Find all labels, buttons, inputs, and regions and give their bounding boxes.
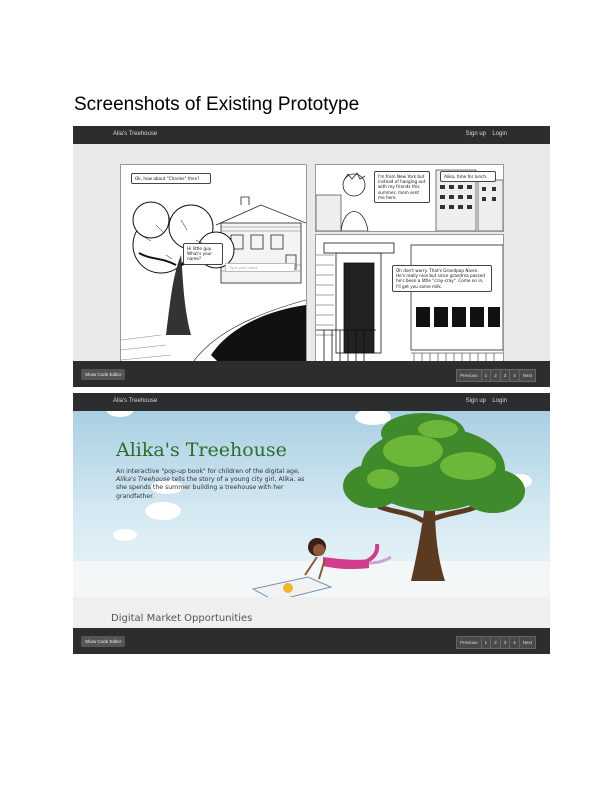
speech-bubble-grandpop: Oh don't worry. That's Grandpop Niven. H… — [392, 265, 492, 292]
signup-link[interactable]: Sign up — [466, 131, 486, 137]
comic-canvas: Ok, how about "Charles" then? Hi little … — [73, 144, 550, 384]
signup-link[interactable]: Sign up — [466, 398, 486, 404]
comic-panel-porch: Oh don't worry. That's Grandpop Niven. H… — [315, 234, 504, 366]
hero-section: Alika's Treehouse An interactive "pop-up… — [73, 411, 550, 597]
pager-next-button[interactable]: Next — [518, 369, 536, 382]
hero-description-title: Alika's Treehouse — [116, 476, 171, 484]
show-code-editor-button[interactable]: Show Code Editor — [81, 636, 126, 647]
pager-next-button[interactable]: Next — [518, 636, 536, 649]
name-input[interactable]: Type your name — [225, 263, 295, 272]
speech-bubble-lunch: Alika, time for lunch. — [440, 171, 496, 183]
hero-description-part-1: An interactive "pop-up book" for childre… — [116, 468, 300, 475]
hero-title: Alika's Treehouse — [116, 439, 287, 461]
navbar: Alia's Treehouse Sign up Login — [73, 126, 550, 144]
comic-panel-street: Ok, how about "Charles" then? Hi little … — [120, 164, 307, 366]
footer-bar: Show Code Editor Previous 1 2 3 4 Next — [73, 628, 550, 654]
brand-link[interactable]: Alia's Treehouse — [113, 398, 157, 404]
footer-bar: Show Code Editor Previous 1 2 3 4 Next — [73, 361, 550, 387]
speech-bubble-new-york: I'm from New York but instead of hanging… — [374, 171, 430, 204]
show-code-editor-button[interactable]: Show Code Editor — [81, 369, 126, 380]
hero-description: An interactive "pop-up book" for childre… — [116, 468, 316, 501]
navbar: Alia's Treehouse Sign up Login — [73, 393, 550, 411]
pager-previous-button[interactable]: Previous — [456, 369, 482, 382]
landing-screenshot: Alika's Treehouse An interactive "pop-up… — [73, 393, 550, 654]
brand-link[interactable]: Alia's Treehouse — [113, 131, 157, 137]
comic-panel-city: I'm from New York but instead of hanging… — [315, 164, 504, 232]
comic-screenshot: Alia's Treehouse Sign up Login Ok, how a… — [73, 126, 550, 387]
login-link[interactable]: Login — [492, 398, 507, 404]
login-link[interactable]: Login — [492, 131, 507, 137]
section-heading: Digital Market Opportunities — [111, 613, 253, 624]
speech-bubble-charles: Ok, how about "Charles" then? — [131, 173, 211, 185]
pagination: Previous 1 2 3 4 Next — [456, 369, 536, 382]
porch-illustration — [316, 235, 503, 365]
pagination: Previous 1 2 3 4 Next — [456, 636, 536, 649]
pager-previous-button[interactable]: Previous — [456, 636, 482, 649]
speech-bubble-name-question: Hi little guy. What's your name? — [183, 243, 223, 265]
document-title: Screenshots of Existing Prototype — [74, 94, 360, 115]
